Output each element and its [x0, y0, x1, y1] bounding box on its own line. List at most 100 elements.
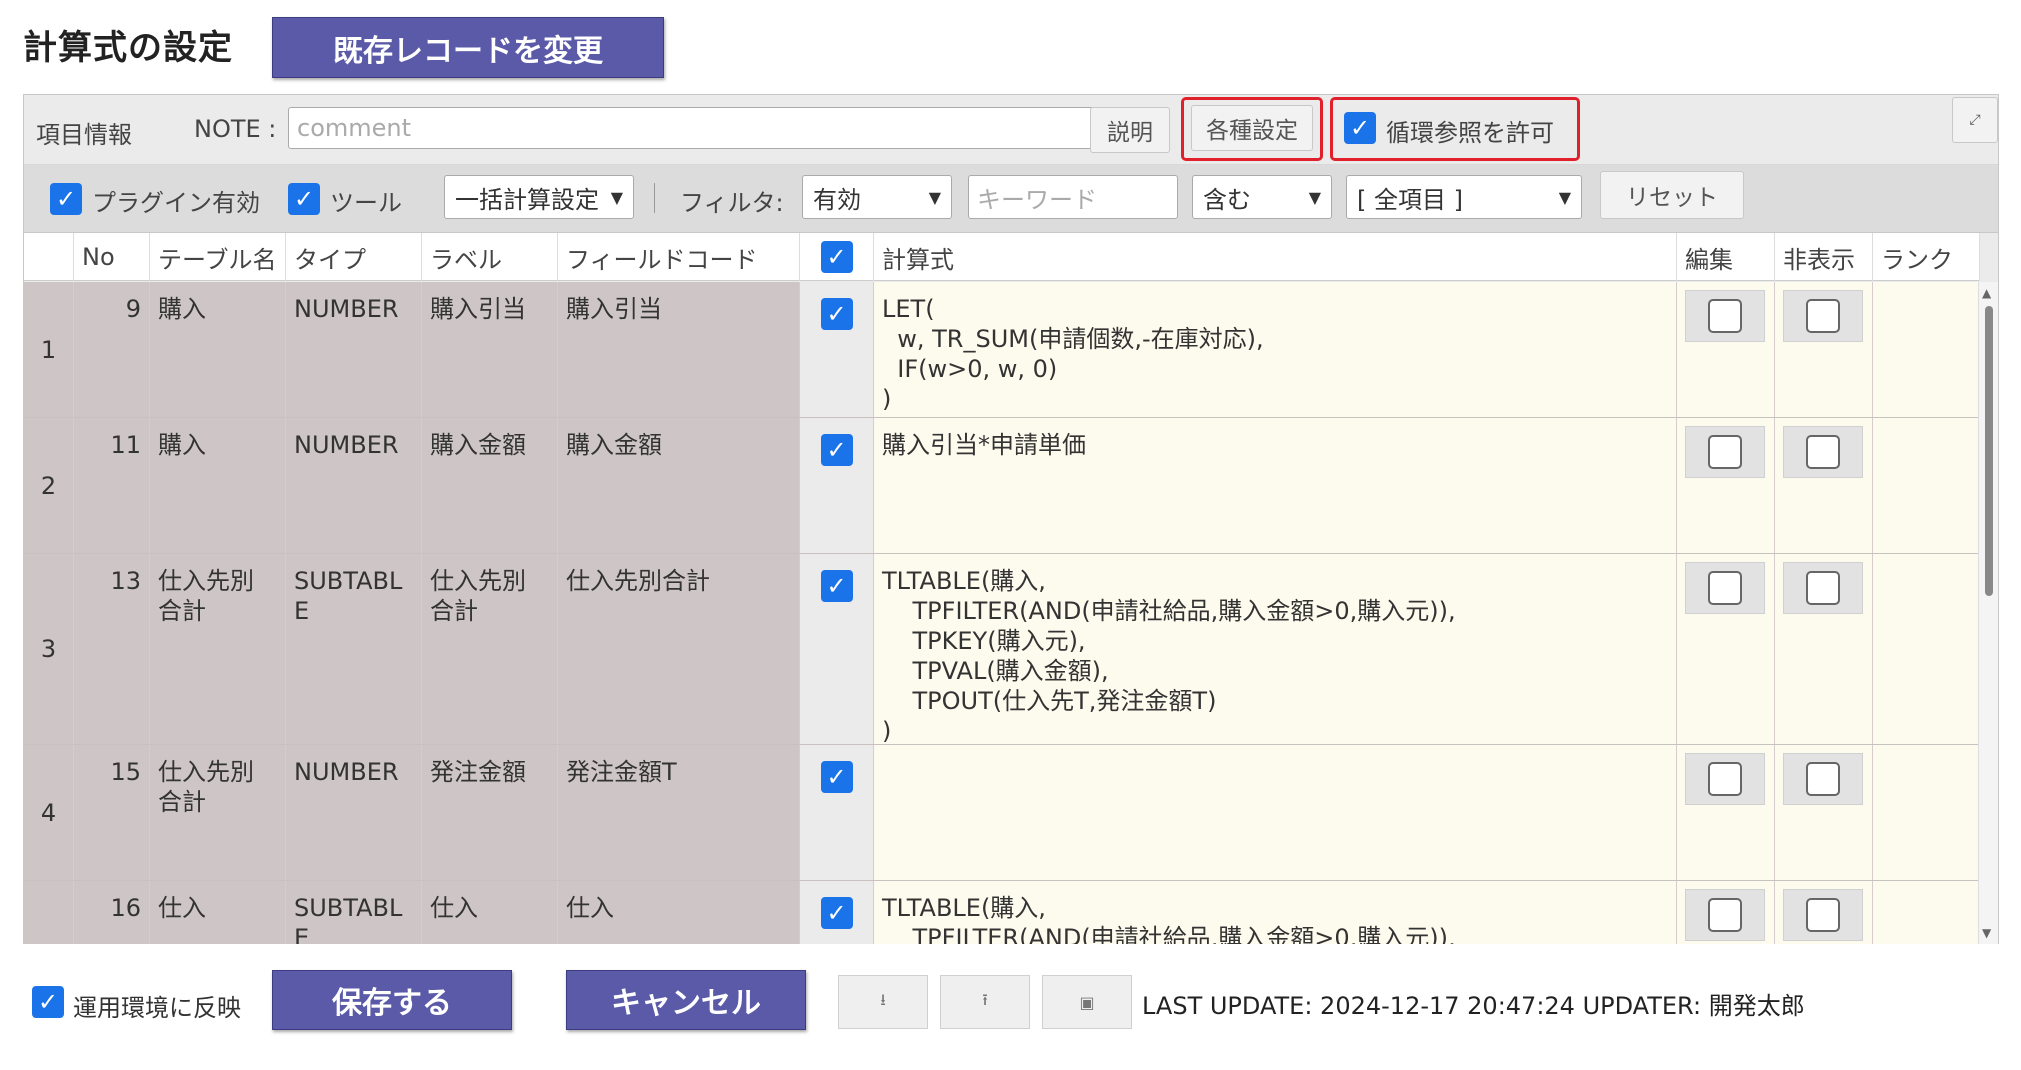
cell-edit — [1677, 881, 1775, 944]
cell-type: NUMBER — [286, 282, 422, 417]
edit-checkbox-box[interactable] — [1685, 889, 1765, 941]
header-rank[interactable]: ランク — [1873, 233, 1980, 281]
header-field-code[interactable]: フィールドコード — [558, 233, 800, 281]
header-formula[interactable]: 計算式 — [874, 233, 1677, 281]
table-row[interactable]: 4 15 仕入先別 合計 NUMBER 発注金額 発注金額T ✓ — [24, 745, 1980, 881]
row-index-header — [24, 233, 74, 281]
cell-table-name: 仕入先別 合計 — [150, 554, 286, 744]
formula-editor-panel: 項目情報 NOTE : comment 説明 各種設定 ✓ 循環参照を許可 ⤢ … — [23, 94, 1999, 944]
row-enabled-checkbox[interactable]: ✓ — [820, 897, 853, 929]
chevron-down-icon: ▼ — [1308, 187, 1321, 207]
header-select-all[interactable]: ✓ — [800, 233, 874, 281]
match-select[interactable]: 含む ▼ — [1192, 175, 1332, 219]
cell-enabled[interactable]: ✓ — [800, 554, 874, 744]
cell-label: 仕入 — [422, 881, 558, 944]
hidden-checkbox[interactable] — [1806, 299, 1840, 333]
hidden-checkbox[interactable] — [1806, 435, 1840, 469]
header-hidden[interactable]: 非表示 — [1775, 233, 1873, 281]
check-icon: ✓ — [293, 185, 315, 213]
edit-checkbox[interactable] — [1708, 435, 1742, 469]
edit-checkbox[interactable] — [1708, 898, 1742, 932]
reset-button[interactable]: リセット — [1600, 171, 1744, 219]
filter-select[interactable]: 有効 ▼ — [802, 175, 952, 219]
explain-button[interactable]: 説明 — [1090, 107, 1170, 153]
cell-table-name: 購入 — [150, 418, 286, 553]
cell-label: 購入引当 — [422, 282, 558, 417]
header-edit[interactable]: 編集 — [1677, 233, 1775, 281]
edit-checkbox[interactable] — [1708, 299, 1742, 333]
row-enabled-checkbox[interactable]: ✓ — [820, 761, 853, 793]
bulk-calc-select[interactable]: 一括計算設定 ▼ — [444, 175, 634, 219]
row-enabled-checkbox[interactable]: ✓ — [820, 298, 853, 330]
cell-formula[interactable]: TLTABLE(購入, TPFILTER(AND(申請社給品,購入金額>0,購入… — [874, 554, 1677, 745]
hidden-checkbox-box[interactable] — [1783, 426, 1863, 478]
plugin-enabled-checkbox[interactable]: ✓ — [50, 183, 82, 215]
cell-enabled[interactable]: ✓ — [800, 881, 874, 944]
save-button[interactable]: 保存する — [272, 970, 512, 1030]
cell-enabled[interactable]: ✓ — [800, 282, 874, 417]
header-no[interactable]: No — [74, 233, 150, 281]
scroll-down-icon[interactable]: ▼ — [1982, 926, 1991, 940]
clipboard-button[interactable]: ▣ — [1042, 975, 1132, 1029]
scrollbar-thumb[interactable] — [1985, 306, 1993, 596]
note-input[interactable]: comment — [288, 107, 1094, 149]
edit-checkbox-box[interactable] — [1685, 562, 1765, 614]
header-table-name[interactable]: テーブル名 — [150, 233, 286, 281]
change-record-button[interactable]: 既存レコードを変更 — [272, 17, 664, 78]
cell-no: 13 — [74, 554, 150, 744]
table-row[interactable]: 1 9 購入 NUMBER 購入引当 購入引当 ✓ LET( w, TR_SUM… — [24, 282, 1980, 418]
toolbar-divider — [654, 183, 655, 213]
edit-checkbox-box[interactable] — [1685, 426, 1765, 478]
cell-type: SUBTABL E — [286, 554, 422, 744]
settings-button[interactable]: 各種設定 — [1191, 105, 1313, 151]
table-row[interactable]: 16 仕入 SUBTABL E 仕入 仕入 ✓ TLTABLE(購入, TPFI… — [24, 881, 1980, 944]
download-button[interactable]: ⭳ — [838, 975, 928, 1029]
header-label[interactable]: ラベル — [422, 233, 558, 281]
upload-button[interactable]: ⭱ — [940, 975, 1030, 1029]
cell-no: 11 — [74, 418, 150, 553]
hidden-checkbox-box[interactable] — [1783, 889, 1863, 941]
cell-field-code: 仕入先別合計 — [558, 554, 800, 744]
keyword-input[interactable]: キーワード — [968, 175, 1178, 219]
apply-env-label: 運用環境に反映 — [73, 994, 241, 1022]
note-label: NOTE : — [194, 115, 277, 143]
table-row[interactable]: 2 11 購入 NUMBER 購入金額 購入金額 ✓ 購入引当*申請単価 — [24, 418, 1980, 554]
edit-checkbox-box[interactable] — [1685, 753, 1765, 805]
cell-field-code: 購入金額 — [558, 418, 800, 553]
cell-formula[interactable]: LET( w, TR_SUM(申請個数,-在庫対応), IF(w>0, w, 0… — [874, 282, 1677, 417]
cell-formula[interactable]: TLTABLE(購入, TPFILTER(AND(申請社給品,購入金額>0,購入… — [874, 881, 1677, 944]
select-all-checkbox[interactable]: ✓ — [820, 241, 853, 273]
scroll-up-icon[interactable]: ▲ — [1982, 286, 1991, 300]
hidden-checkbox-box[interactable] — [1783, 562, 1863, 614]
toolbar-item-info: 項目情報 NOTE : comment 説明 各種設定 ✓ 循環参照を許可 ⤢ — [24, 95, 1998, 165]
hidden-checkbox[interactable] — [1806, 571, 1840, 605]
cell-table-name: 仕入先別 合計 — [150, 745, 286, 880]
edit-checkbox-box[interactable] — [1685, 290, 1765, 342]
page-title: 計算式の設定 — [23, 28, 233, 68]
cell-enabled[interactable]: ✓ — [800, 745, 874, 880]
cell-field-code: 発注金額T — [558, 745, 800, 880]
row-enabled-checkbox[interactable]: ✓ — [820, 570, 853, 602]
cell-rank — [1873, 881, 1980, 944]
hidden-checkbox[interactable] — [1806, 762, 1840, 796]
circular-ref-checkbox[interactable]: ✓ — [1344, 112, 1376, 144]
apply-env-checkbox[interactable]: ✓ — [32, 986, 64, 1018]
cell-formula[interactable]: 購入引当*申請単価 — [874, 418, 1677, 553]
tool-checkbox[interactable]: ✓ — [288, 183, 320, 215]
cancel-button[interactable]: キャンセル — [566, 970, 806, 1030]
header-type[interactable]: タイプ — [286, 233, 422, 281]
table-scrollbar[interactable]: ▲ ▼ — [1978, 282, 1998, 944]
edit-checkbox[interactable] — [1708, 762, 1742, 796]
cell-no: 15 — [74, 745, 150, 880]
edit-checkbox[interactable] — [1708, 571, 1742, 605]
hidden-checkbox[interactable] — [1806, 898, 1840, 932]
cell-enabled[interactable]: ✓ — [800, 418, 874, 553]
cell-formula[interactable] — [874, 745, 1677, 880]
hidden-checkbox-box[interactable] — [1783, 290, 1863, 342]
check-icon: ✓ — [826, 436, 847, 464]
scope-select[interactable]: [ 全項目 ] ▼ — [1346, 175, 1582, 219]
table-row[interactable]: 3 13 仕入先別 合計 SUBTABL E 仕入先別 合計 仕入先別合計 ✓ … — [24, 554, 1980, 745]
row-enabled-checkbox[interactable]: ✓ — [820, 434, 853, 466]
hidden-checkbox-box[interactable] — [1783, 753, 1863, 805]
expand-button[interactable]: ⤢ — [1952, 97, 1998, 143]
